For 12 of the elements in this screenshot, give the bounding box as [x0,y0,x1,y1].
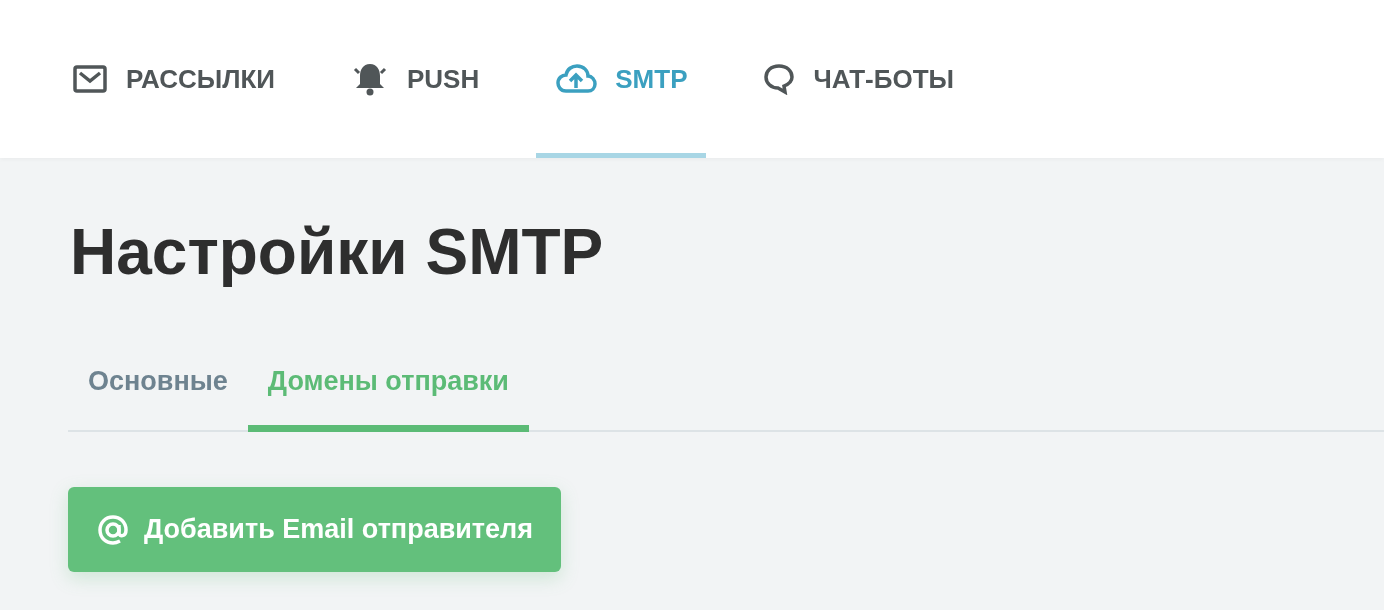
at-sign-icon [96,512,130,547]
nav-tab[interactable]: РАССЫЛКИ [53,0,294,158]
nav-tab[interactable]: SMTP [536,0,707,158]
sub-tab[interactable]: Основные [68,342,248,432]
speech-bubble-icon [763,63,796,95]
add-sender-button[interactable]: Добавить Email отправителя [68,487,561,572]
sub-tab[interactable]: Домены отправки [247,342,529,432]
bell-icon [351,61,389,97]
envelope-icon [72,64,108,94]
nav-tab[interactable]: ЧАТ-БОТЫ [744,0,974,158]
nav-tab[interactable]: PUSH [332,0,499,158]
cloud-upload-icon [555,63,598,95]
